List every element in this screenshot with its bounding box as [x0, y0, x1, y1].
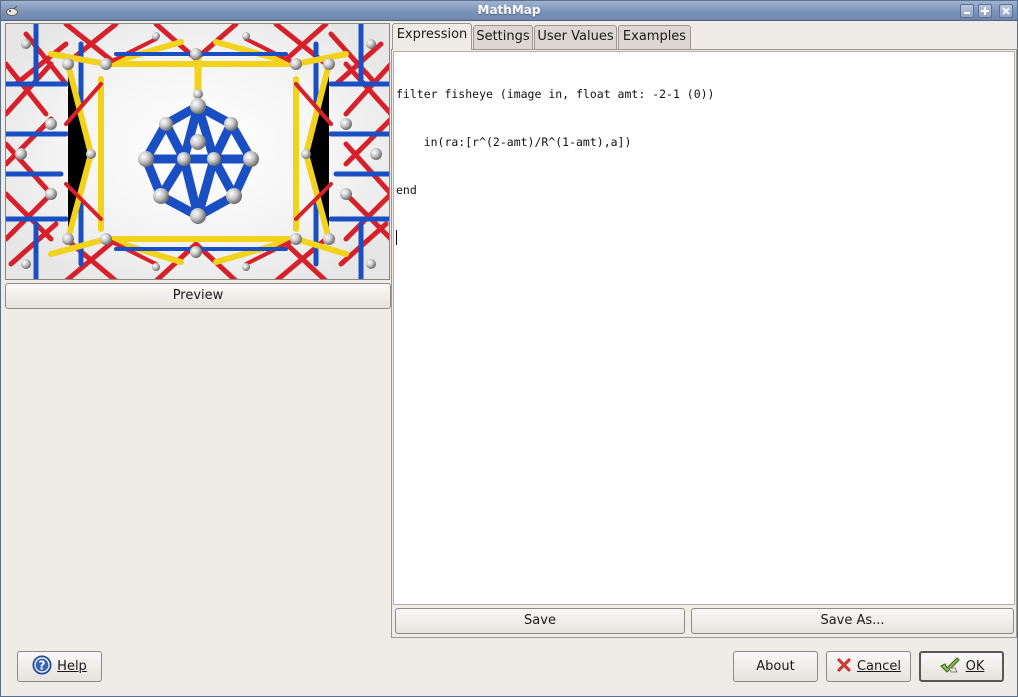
- save-button-label: Save: [524, 613, 556, 628]
- help-button[interactable]: ? Help: [17, 651, 102, 682]
- close-button[interactable]: [999, 4, 1013, 18]
- help-button-label: Help: [57, 659, 87, 674]
- ok-check-icon: [939, 656, 961, 678]
- expression-editor[interactable]: filter fisheye (image in, float amt: -2-…: [393, 51, 1015, 605]
- tab-expression-label: Expression: [396, 27, 468, 42]
- cancel-button[interactable]: Cancel: [826, 651, 911, 682]
- tab-settings-label: Settings: [476, 29, 530, 44]
- maximize-icon: [981, 7, 989, 15]
- cancel-button-label: Cancel: [856, 659, 902, 674]
- cancel-x-icon: [836, 657, 852, 677]
- editor-line: filter fisheye (image in, float amt: -2-…: [396, 87, 715, 101]
- tab-user-values[interactable]: User Values: [534, 25, 617, 49]
- preview-image: [5, 23, 390, 280]
- minimize-icon: [964, 12, 970, 14]
- ok-button[interactable]: OK: [919, 651, 1004, 682]
- tab-expression[interactable]: Expression: [392, 23, 472, 50]
- tab-user-values-label: User Values: [537, 29, 614, 44]
- mathmap-dialog: MathMap Preview Expression Settings User…: [0, 0, 1018, 697]
- tab-examples-label: Examples: [622, 29, 687, 44]
- about-button-label: About: [756, 659, 795, 674]
- ok-button-label: OK: [965, 659, 985, 674]
- tab-settings[interactable]: Settings: [473, 25, 533, 49]
- title-bar[interactable]: MathMap: [1, 1, 1017, 21]
- about-button[interactable]: About: [733, 651, 818, 682]
- left-panel: [5, 312, 390, 634]
- text-caret: [396, 230, 397, 245]
- help-question-icon: ?: [32, 655, 52, 679]
- svg-text:?: ?: [39, 658, 46, 672]
- minimize-button[interactable]: [960, 4, 974, 18]
- editor-line: in(ra:[r^(2-amt)/R^(1-amt),a]): [396, 135, 632, 149]
- maximize-button[interactable]: [978, 4, 992, 18]
- preview-button-label: Preview: [172, 288, 224, 303]
- close-icon: [1002, 7, 1010, 15]
- window-title: MathMap: [477, 3, 541, 17]
- preview-button[interactable]: Preview: [5, 283, 391, 309]
- save-button[interactable]: Save: [395, 608, 685, 634]
- save-as-button[interactable]: Save As...: [691, 608, 1014, 634]
- save-as-button-label: Save As...: [820, 613, 885, 628]
- tab-examples[interactable]: Examples: [618, 25, 691, 49]
- editor-line: end: [396, 183, 417, 197]
- editor-caret-line: [396, 230, 1012, 246]
